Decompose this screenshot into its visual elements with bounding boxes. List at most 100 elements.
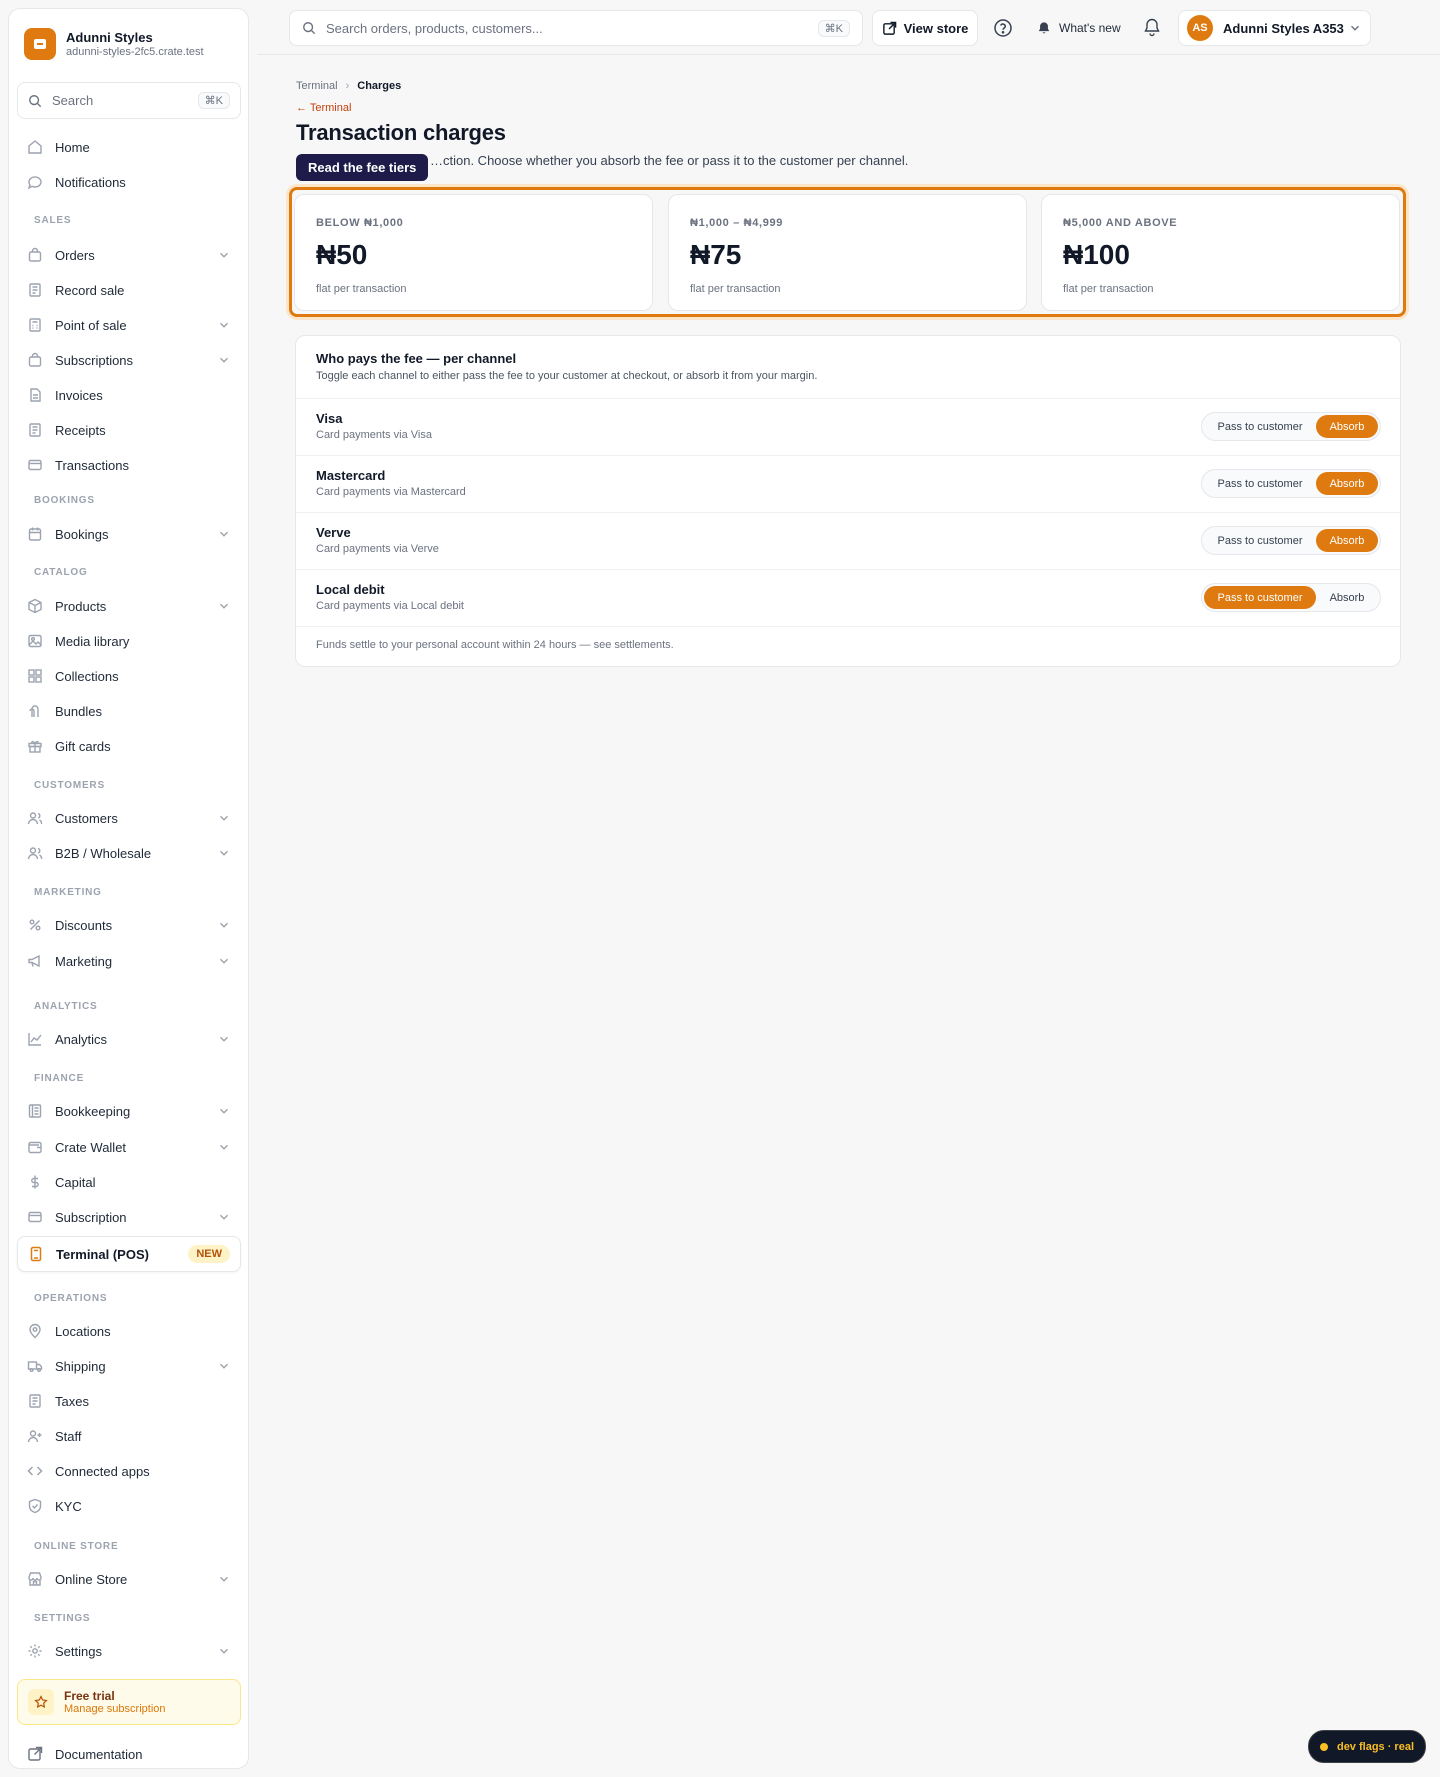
sidebar-item-subscription[interactable]: Subscription: [17, 1201, 241, 1233]
sidebar-item-orders[interactable]: Orders: [17, 239, 241, 271]
bell-filled-icon: [1038, 22, 1050, 34]
page-title: Transaction charges: [296, 120, 506, 145]
line-chart-icon: [28, 1033, 42, 1046]
sidebar-item-bookings[interactable]: Bookings: [17, 518, 241, 550]
fee-tier-card: ₦1,000 – ₦4,999 ₦75 flat per transaction: [668, 194, 1027, 311]
tier-note: flat per transaction: [690, 283, 781, 295]
fee-payer-card: Who pays the fee — per channel Toggle ea…: [295, 335, 1401, 667]
chevron-down-icon: [220, 1363, 228, 1369]
account-name: Adunni Styles A353: [1223, 20, 1344, 36]
sidebar-item-staff[interactable]: Staff: [17, 1420, 241, 1452]
whats-new-button[interactable]: What's new: [1037, 17, 1121, 39]
sidebar-search[interactable]: Search ⌘K: [17, 82, 241, 119]
external-link-icon: [882, 21, 896, 35]
chevron-down-icon: [220, 531, 228, 537]
global-search-input[interactable]: Search orders, products, customers... ⌘K: [289, 10, 863, 46]
sidebar-item-terminal-pos[interactable]: Terminal (POS) NEW: [17, 1236, 241, 1272]
sidebar-item-discounts[interactable]: Discounts: [17, 909, 241, 941]
pass-to-customer-option[interactable]: Pass to customer: [1204, 415, 1316, 438]
sidebar-item-shipping[interactable]: Shipping: [17, 1350, 241, 1382]
sidebar-item-settings[interactable]: Settings: [17, 1635, 241, 1667]
sidebar-item-taxes[interactable]: Taxes: [17, 1385, 241, 1417]
sidebar-item-point-of-sale[interactable]: Point of sale: [17, 309, 241, 341]
storefront-icon: [28, 1572, 42, 1586]
sidebar-item-collections[interactable]: Collections: [17, 660, 241, 692]
dev-flags-pill[interactable]: dev flags · real: [1308, 1730, 1426, 1763]
sidebar-item-home[interactable]: Home: [17, 131, 241, 163]
breadcrumb-terminal[interactable]: Terminal: [296, 80, 338, 92]
sidebar-item-invoices[interactable]: Invoices: [17, 379, 241, 411]
section-customers: CUSTOMERS: [34, 780, 105, 791]
calculator-icon: [29, 318, 41, 332]
sidebar-item-notifications[interactable]: Notifications: [17, 166, 241, 198]
notifications-bell-icon[interactable]: [1142, 17, 1162, 37]
tier-note: flat per transaction: [1063, 283, 1154, 295]
sidebar-item-media-library[interactable]: Media library: [17, 625, 241, 657]
back-to-terminal-link[interactable]: ← Terminal: [296, 102, 351, 114]
sidebar-item-customers[interactable]: Customers: [17, 802, 241, 834]
map-pin-icon: [29, 1323, 41, 1339]
chevron-down-icon: [220, 252, 228, 258]
free-trial-card[interactable]: Free trial Manage subscription: [17, 1679, 241, 1725]
user-plus-icon: [27, 1430, 42, 1443]
chevron-down-icon: [220, 1036, 228, 1042]
users-icon: [27, 847, 43, 860]
sidebar-item-crate-wallet[interactable]: Crate Wallet: [17, 1131, 241, 1163]
documentation-link[interactable]: Documentation: [17, 1739, 241, 1769]
gift-icon: [28, 740, 42, 753]
users-icon: [27, 812, 43, 825]
box-icon: [28, 598, 42, 614]
sidebar-item-products[interactable]: Products: [17, 590, 241, 622]
pass-to-customer-option[interactable]: Pass to customer: [1204, 472, 1316, 495]
view-store-button[interactable]: View store: [872, 10, 978, 46]
chevron-down-icon: [1351, 25, 1359, 31]
fee-payer-toggle: Pass to customer Absorb: [1201, 469, 1381, 498]
sidebar-item-b2b-wholesale[interactable]: B2B / Wholesale: [17, 837, 241, 869]
shield-check-icon: [28, 1498, 42, 1514]
sidebar-item-gift-cards[interactable]: Gift cards: [17, 730, 241, 762]
chevron-down-icon: [220, 815, 228, 821]
sidebar-item-online-store[interactable]: Online Store: [17, 1563, 241, 1595]
sidebar-item-capital[interactable]: Capital: [17, 1166, 241, 1198]
sidebar-item-connected-apps[interactable]: Connected apps: [17, 1455, 241, 1487]
account-menu[interactable]: AS Adunni Styles A353: [1178, 10, 1371, 46]
absorb-option[interactable]: Absorb: [1316, 529, 1378, 552]
sidebar-item-record-sale[interactable]: Record sale: [17, 274, 241, 306]
section-catalog: CATALOG: [34, 567, 88, 578]
tier-label: ₦5,000 AND ABOVE: [1063, 217, 1178, 229]
absorb-option[interactable]: Absorb: [1316, 415, 1378, 438]
sidebar-item-locations[interactable]: Locations: [17, 1315, 241, 1347]
breadcrumb: Terminal › Charges: [296, 80, 401, 92]
sidebar-item-bookkeeping[interactable]: Bookkeeping: [17, 1095, 241, 1127]
help-icon[interactable]: [992, 17, 1014, 39]
sidebar-item-marketing[interactable]: Marketing: [17, 945, 241, 977]
store-domain: adunni-styles-2fc5.crate.test: [66, 45, 204, 58]
breadcrumb-current: Charges: [357, 80, 402, 92]
store-switcher[interactable]: Adunni Styles adunni-styles-2fc5.crate.t…: [24, 24, 236, 64]
manage-subscription-link[interactable]: Manage subscription: [64, 1703, 166, 1716]
sidebar-item-bundles[interactable]: Bundles: [17, 695, 241, 727]
grid-icon: [28, 669, 42, 683]
sidebar-item-transactions[interactable]: Transactions: [17, 449, 241, 481]
pass-to-customer-option[interactable]: Pass to customer: [1204, 529, 1316, 552]
star-icon: [28, 1689, 54, 1715]
trial-title: Free trial: [64, 1688, 115, 1703]
absorb-option[interactable]: Absorb: [1316, 472, 1378, 495]
bag-icon: [28, 352, 42, 367]
sidebar-item-kyc[interactable]: KYC: [17, 1490, 241, 1522]
sidebar-item-receipts[interactable]: Receipts: [17, 414, 241, 446]
receipt-icon: [29, 283, 41, 297]
sidebar-item-subscriptions[interactable]: Subscriptions: [17, 344, 241, 376]
pass-to-customer-option[interactable]: Pass to customer: [1204, 586, 1316, 609]
global-search-placeholder: Search orders, products, customers...: [326, 20, 543, 36]
settlement-note: Funds settle to your personal account wi…: [316, 639, 674, 651]
absorb-option[interactable]: Absorb: [1316, 586, 1378, 609]
section-marketing: MARKETING: [34, 887, 102, 898]
receipt-icon: [29, 1394, 41, 1408]
chevron-down-icon: [220, 1576, 228, 1582]
channel-row-local-debit: Local debit Card payments via Local debi…: [296, 570, 1400, 627]
sidebar: Adunni Styles adunni-styles-2fc5.crate.t…: [8, 8, 249, 1769]
megaphone-icon: [28, 954, 40, 968]
sidebar-item-analytics[interactable]: Analytics: [17, 1023, 241, 1055]
code-icon: [27, 1466, 43, 1476]
